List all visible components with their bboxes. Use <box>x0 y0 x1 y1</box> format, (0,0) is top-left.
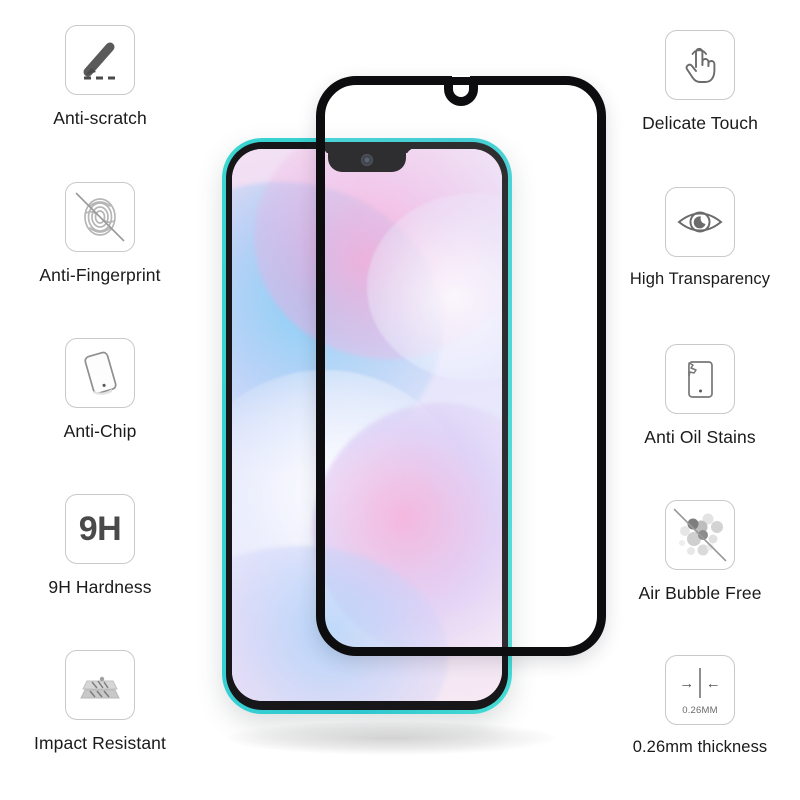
feature-anti-chip: Anti-Chip <box>0 338 200 442</box>
feature-air-bubble-free: Air Bubble Free <box>600 500 800 604</box>
tempered-glass-protector <box>316 75 606 656</box>
thickness-line <box>699 668 701 698</box>
arrow-right-icon: → <box>679 674 695 692</box>
feature-label: Anti-Chip <box>63 421 137 441</box>
feature-label: Anti-Fingerprint <box>39 265 161 285</box>
product-visual <box>196 28 606 773</box>
feature-anti-fingerprint: Anti-Fingerprint <box>0 182 200 286</box>
feature-anti-oil-stains: Anti Oil Stains <box>600 344 800 448</box>
feature-delicate-touch: Delicate Touch <box>600 30 800 134</box>
feature-label: High Transparency <box>629 270 771 288</box>
layered-glass-impact-icon <box>65 650 135 720</box>
feature-label: Anti Oil Stains <box>644 427 756 447</box>
feature-column-right: Delicate Touch High Transparency Anti Oi… <box>600 0 800 800</box>
infographic-stage: Anti-scratch Anti-Fingerprint Anti-Chip … <box>0 0 800 800</box>
feature-high-transparency: High Transparency <box>600 187 800 289</box>
feature-column-left: Anti-scratch Anti-Fingerprint Anti-Chip … <box>0 0 200 800</box>
feature-label: Anti-scratch <box>53 108 147 128</box>
arrow-left-icon: ← <box>705 674 721 692</box>
feature-impact-resistant: Impact Resistant <box>0 650 200 754</box>
drop-shadow <box>226 721 556 755</box>
feature-label: Impact Resistant <box>34 733 166 753</box>
nine-h-icon-text: 9H <box>78 510 122 548</box>
fingerprint-slashed-icon <box>65 182 135 252</box>
nine-h-icon: 9H <box>65 494 135 564</box>
phone-oil-stain-icon <box>665 344 735 414</box>
protector-notch-cutout <box>444 76 478 106</box>
protector-notch-gap <box>452 75 470 77</box>
feature-thickness: → ← 0.26MM 0.26mm thickness <box>600 655 800 757</box>
thickness-arrows-icon: → ← 0.26MM <box>665 655 735 725</box>
eye-icon <box>665 187 735 257</box>
feature-label: 9H Hardness <box>48 577 152 597</box>
feature-label: Delicate Touch <box>642 113 758 133</box>
tilted-phone-chip-icon <box>65 338 135 408</box>
hand-tap-icon <box>665 30 735 100</box>
feature-label: Air Bubble Free <box>638 583 762 603</box>
bubbles-slashed-icon <box>665 500 735 570</box>
thickness-value-text: 0.26MM <box>682 705 718 716</box>
feature-9h-hardness: 9H 9H Hardness <box>0 494 200 598</box>
feature-label: 0.26mm thickness <box>632 738 768 756</box>
feature-anti-scratch: Anti-scratch <box>0 25 200 129</box>
pen-scratch-icon <box>65 25 135 95</box>
